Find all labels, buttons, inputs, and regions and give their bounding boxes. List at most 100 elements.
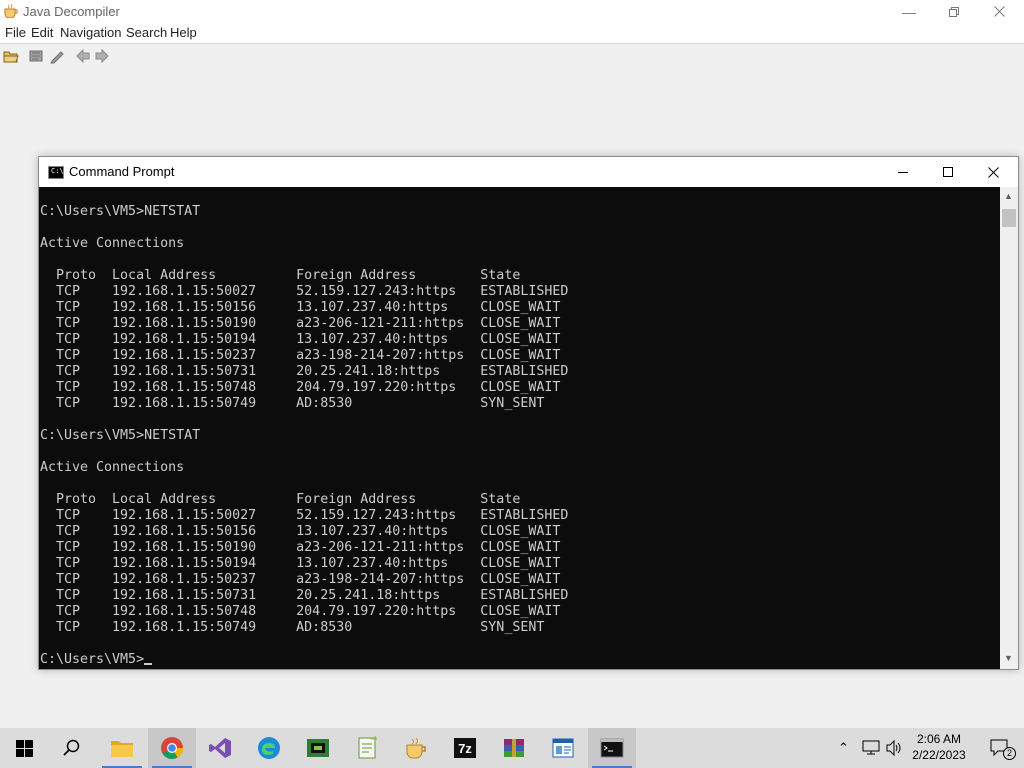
taskbar-clock[interactable]: 2:06 AM 2/22/2023 <box>904 731 974 763</box>
taskbar-chrome[interactable] <box>148 728 196 768</box>
console-line: TCP 192.168.1.15:50156 13.107.237.40:htt… <box>40 300 561 315</box>
maximize-icon <box>943 167 953 177</box>
jd-restore-button[interactable] <box>931 0 977 23</box>
console-line: C:\Users\VM5>NETSTAT <box>40 204 201 219</box>
notification-count-badge: 2 <box>1003 747 1017 760</box>
java-decompiler-icon <box>406 737 426 759</box>
console-line: TCP 192.168.1.15:50749 AD:8530 SYN_SENT <box>40 396 545 411</box>
edge-icon <box>258 737 280 759</box>
scroll-up-icon[interactable]: ▲ <box>1004 191 1013 201</box>
console-line: Active Connections <box>40 236 185 251</box>
start-button[interactable] <box>0 728 48 768</box>
console-line: TCP 192.168.1.15:50731 20.25.241.18:http… <box>40 588 569 603</box>
text-cursor <box>144 663 153 665</box>
volume-icon[interactable] <box>886 740 902 756</box>
console-line: TCP 192.168.1.15:50237 a23-198-214-207:h… <box>40 348 561 363</box>
console-line: TCP 192.168.1.15:50194 13.107.237.40:htt… <box>40 332 561 347</box>
scrollbar-thumb[interactable] <box>1002 209 1016 227</box>
taskbar-edge[interactable] <box>245 728 293 768</box>
jd-titlebar: Java Decompiler — <box>0 0 1024 23</box>
chrome-icon <box>161 737 183 759</box>
jd-toolbar <box>0 43 1024 69</box>
console-output[interactable]: C:\Users\VM5>NETSTAT Active Connections P… <box>39 187 1000 669</box>
restore-icon <box>949 6 959 17</box>
console-line: TCP 192.168.1.15:50731 20.25.241.18:http… <box>40 364 569 379</box>
jd-close-button[interactable] <box>976 0 1022 23</box>
taskbar-winrar[interactable] <box>490 728 538 768</box>
file-explorer-icon <box>111 741 133 757</box>
menu-file[interactable]: File <box>5 25 26 40</box>
open-type-icon[interactable] <box>28 48 44 64</box>
minimize-icon: — <box>902 3 916 20</box>
close-icon <box>987 166 999 178</box>
console-prompt: C:\Users\VM5> <box>40 652 145 667</box>
cmd-close-button[interactable] <box>970 157 1016 187</box>
console-line: Active Connections <box>40 460 185 475</box>
seven-zip-icon: 7z <box>454 738 476 758</box>
vertical-scrollbar[interactable]: ▲ ▼ <box>1000 187 1018 669</box>
clock-time: 2:06 AM <box>916 732 962 746</box>
command-prompt-icon: C:\ <box>48 166 64 179</box>
console-line: TCP 192.168.1.15:50748 204.79.197.220:ht… <box>40 380 561 395</box>
cmd-window-title: Command Prompt <box>69 164 175 179</box>
console-line: TCP 192.168.1.15:50190 a23-206-121-211:h… <box>40 316 561 331</box>
taskbar: 7z ⌃ 2:06 AM 2/22/2023 2 <box>0 728 1024 768</box>
console-line: TCP 192.168.1.15:50194 13.107.237.40:htt… <box>40 556 561 571</box>
edit-icon[interactable] <box>49 48 65 64</box>
jd-window-title: Java Decompiler <box>23 4 120 19</box>
taskbar-java-decompiler[interactable] <box>392 728 440 768</box>
menu-help[interactable]: Help <box>170 25 197 40</box>
taskbar-visual-studio[interactable] <box>196 728 244 768</box>
minimize-icon <box>898 172 908 173</box>
menu-navigation[interactable]: Navigation <box>60 25 121 40</box>
taskbar-notepad-plus[interactable] <box>343 728 391 768</box>
command-prompt-window[interactable]: C:\ Command Prompt C:\Users\VM5>NETSTAT A… <box>38 156 1019 670</box>
taskbar-file-explorer[interactable] <box>98 728 146 768</box>
console-line: TCP 192.168.1.15:50749 AD:8530 SYN_SENT <box>40 620 545 635</box>
cmd-titlebar[interactable]: C:\ Command Prompt <box>39 157 1018 187</box>
console-line: TCP 192.168.1.15:50190 a23-206-121-211:h… <box>40 540 561 555</box>
cmd-minimize-button[interactable] <box>880 157 926 187</box>
close-icon <box>993 6 1005 17</box>
taskbar-search-button[interactable] <box>48 728 96 768</box>
console-text: C:\Users\VM5>NETSTAT Active Connections P… <box>40 204 568 668</box>
clock-date: 2/22/2023 <box>912 748 966 762</box>
console-line: C:\Users\VM5>NETSTAT <box>40 428 201 443</box>
winrar-icon <box>504 739 524 757</box>
action-center-button[interactable]: 2 <box>976 728 1024 768</box>
console-line: TCP 192.168.1.15:50027 52.159.127.243:ht… <box>40 284 569 299</box>
notepad-plus-icon <box>358 736 377 759</box>
app-icon <box>307 739 329 757</box>
back-icon[interactable] <box>75 48 91 64</box>
seven-zip-label: 7z <box>458 741 472 756</box>
command-prompt-icon <box>600 738 624 758</box>
console-line: Proto Local Address Foreign Address Stat… <box>40 492 521 507</box>
forward-icon[interactable] <box>94 48 110 64</box>
console-line: Proto Local Address Foreign Address Stat… <box>40 268 521 283</box>
menu-edit[interactable]: Edit <box>31 25 53 40</box>
console-prompt-line: C:\Users\VM5> <box>40 652 568 668</box>
taskbar-app[interactable] <box>294 728 342 768</box>
app-window-icon <box>552 738 574 758</box>
console-line: TCP 192.168.1.15:50027 52.159.127.243:ht… <box>40 508 569 523</box>
menu-search[interactable]: Search <box>126 25 167 40</box>
network-icon[interactable] <box>862 740 880 756</box>
taskbar-app-window[interactable] <box>539 728 587 768</box>
search-icon <box>63 739 80 756</box>
console-line: TCP 192.168.1.15:50237 a23-198-214-207:h… <box>40 572 561 587</box>
scroll-down-icon[interactable]: ▼ <box>1004 653 1013 663</box>
jd-minimize-button[interactable]: — <box>886 0 932 23</box>
cmd-maximize-button[interactable] <box>925 157 971 187</box>
windows-start-icon <box>15 739 33 757</box>
open-file-icon[interactable] <box>3 48 19 64</box>
show-hidden-icons-icon[interactable]: ⌃ <box>838 740 849 756</box>
taskbar-command-prompt[interactable] <box>588 728 636 768</box>
console-line: TCP 192.168.1.15:50748 204.79.197.220:ht… <box>40 604 561 619</box>
taskbar-7zip[interactable]: 7z <box>441 728 489 768</box>
